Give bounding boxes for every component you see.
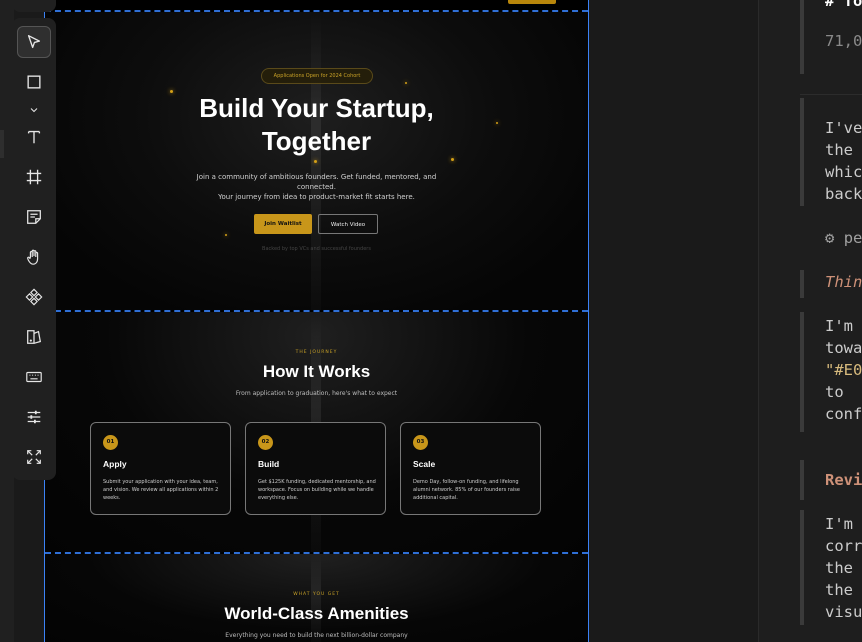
- select-tool-button[interactable]: [17, 26, 51, 58]
- crop-frame-icon: [26, 169, 42, 185]
- how-eyebrow: THE JOURNEY: [295, 350, 338, 355]
- adjust-tool-button[interactable]: [17, 401, 51, 433]
- panel-text-line: conf: [825, 405, 862, 423]
- join-waitlist-button[interactable]: Join Waitlist: [254, 214, 312, 234]
- step-card-build[interactable]: 02 Build Get $125K funding, dedicated me…: [245, 422, 386, 515]
- chat-side-panel: # To 71,00 I've the which backg ⚙ pe Thi…: [780, 0, 862, 642]
- step-number: 01: [103, 435, 118, 450]
- section-light-beam: [311, 554, 321, 642]
- theme-swatch-icon: [27, 330, 42, 344]
- step-title: Scale: [413, 459, 436, 469]
- step-card-scale[interactable]: 03 Scale Demo Day, follow-on funding, an…: [400, 422, 541, 515]
- page-frame[interactable]: Applications Open for 2024 Cohort Build …: [44, 0, 589, 642]
- how-title: How It Works: [262, 362, 371, 381]
- section-divider: [45, 10, 588, 12]
- panel-text-line: I've: [825, 119, 862, 137]
- step-description: Get $125K funding, dedicated mentorship,…: [258, 479, 376, 501]
- panel-text-line: corre: [825, 537, 862, 555]
- text-tool-button[interactable]: [17, 121, 51, 153]
- amenities-title: World-Class Amenities: [224, 604, 409, 623]
- design-canvas[interactable]: Applications Open for 2024 Cohort Build …: [14, 0, 758, 642]
- rectangle-icon: [27, 75, 41, 89]
- note-tool-button[interactable]: [17, 201, 51, 233]
- tool-palette: [12, 18, 56, 480]
- message-bar: [800, 98, 804, 206]
- panel-text-line: the: [825, 141, 853, 159]
- watch-video-button[interactable]: Watch Video: [318, 214, 378, 234]
- panel-resize-handle[interactable]: [758, 0, 781, 642]
- backed-by-text: Backed by top VCs and successful founder…: [262, 246, 371, 252]
- hero-badge: Applications Open for 2024 Cohort: [261, 68, 373, 84]
- step-title: Apply: [103, 459, 127, 469]
- sparkle: [405, 82, 407, 84]
- toolbar-top-cap: [12, 0, 56, 12]
- amenities-eyebrow: WHAT YOU GET: [293, 592, 340, 597]
- hero-subtitle: Join a community of ambitious founders. …: [185, 172, 448, 202]
- cursor-arrow-icon: [27, 35, 41, 49]
- hero-subtitle-line: Your journey from idea to product-market…: [218, 193, 415, 201]
- frame-tool-button[interactable]: [17, 161, 51, 193]
- chevron-down-icon: [30, 108, 38, 113]
- panel-text-line: which: [825, 163, 862, 181]
- hero-title: Build Your Startup, Together: [45, 92, 588, 158]
- message-bar: [800, 510, 804, 625]
- panel-heading-fragment: # To: [825, 0, 862, 10]
- step-number: 03: [413, 435, 428, 450]
- panel-value-fragment: 71,00: [825, 32, 862, 50]
- section-bar: [800, 460, 804, 500]
- hero-title-line2: Together: [261, 126, 372, 156]
- component-diamond-icon: [25, 288, 43, 306]
- panel-text-line: the: [825, 581, 853, 599]
- hero-title-line1: Build Your Startup,: [199, 93, 434, 123]
- panel-divider: [800, 94, 862, 95]
- panel-settings-row[interactable]: ⚙ pe: [825, 229, 862, 247]
- shape-options-caret[interactable]: [25, 104, 43, 116]
- step-description: Submit your application with your idea, …: [103, 479, 219, 501]
- theme-tool-button[interactable]: [17, 321, 51, 353]
- expand-icon: [27, 450, 41, 464]
- panel-text-line: the: [825, 559, 853, 577]
- keyboard-icon: [26, 371, 42, 383]
- panel-settings-label: pe: [843, 229, 862, 247]
- hero-subtitle-line: Join a community of ambitious founders. …: [196, 173, 437, 181]
- message-bar: [800, 312, 804, 432]
- hero-subtitle-line: connected.: [297, 183, 336, 191]
- amenities-subtitle: Everything you need to build the next bi…: [225, 632, 408, 639]
- panel-code-fragment: "#E0: [825, 361, 862, 379]
- hand-tool-button[interactable]: [17, 241, 51, 273]
- panel-text-line: I'm: [825, 317, 853, 335]
- sparkle: [225, 234, 227, 236]
- panel-text-line: towar: [825, 339, 862, 357]
- sticky-note-icon: [27, 210, 41, 224]
- step-description: Demo Day, follow-on funding, and lifelon…: [413, 479, 520, 501]
- sparkle: [451, 158, 454, 161]
- code-block-bar: [800, 0, 804, 74]
- amenities-section[interactable]: WHAT YOU GET World-Class Amenities Every…: [45, 554, 588, 642]
- component-tool-button[interactable]: [17, 281, 51, 313]
- fullscreen-tool-button[interactable]: [17, 441, 51, 473]
- hand-icon: [27, 249, 39, 265]
- how-subtitle: From application to graduation, here's w…: [235, 390, 398, 397]
- panel-text-line: to: [825, 383, 844, 401]
- hero-section[interactable]: Applications Open for 2024 Cohort Build …: [45, 12, 588, 310]
- rectangle-tool-button[interactable]: [17, 66, 51, 98]
- panel-section-label: Revi: [825, 471, 862, 489]
- step-number: 02: [258, 435, 273, 450]
- gear-icon: ⚙: [825, 229, 835, 247]
- panel-text-line: visua: [825, 603, 862, 621]
- nav-cta-button[interactable]: [508, 0, 556, 4]
- how-it-works-section[interactable]: THE JOURNEY How It Works From applicatio…: [45, 312, 588, 552]
- sparkle: [314, 160, 317, 163]
- panel-text-line: backg: [825, 185, 862, 203]
- step-title: Build: [258, 459, 280, 469]
- step-card-apply[interactable]: 01 Apply Submit your application with yo…: [90, 422, 231, 515]
- text-icon: [27, 130, 41, 144]
- thinking-label[interactable]: Thin: [825, 273, 862, 291]
- panel-text-line: I'm: [825, 515, 853, 533]
- keyboard-tool-button[interactable]: [17, 361, 51, 393]
- thinking-bar: [800, 270, 804, 298]
- sliders-icon: [27, 410, 41, 424]
- gutter-marker: [0, 130, 4, 158]
